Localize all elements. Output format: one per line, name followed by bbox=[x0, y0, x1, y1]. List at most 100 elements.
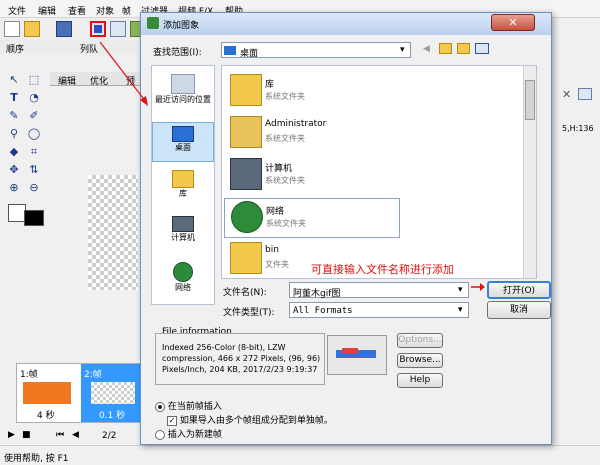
play-icon[interactable]: ▶ bbox=[8, 430, 15, 440]
crop-icon[interactable]: ◔ bbox=[26, 90, 42, 106]
file-item-computer[interactable]: 计算机 系统文件夹 bbox=[224, 156, 400, 196]
stop-icon[interactable]: ■ bbox=[22, 430, 31, 440]
brush-icon[interactable]: ✐ bbox=[26, 108, 42, 124]
folder-icon bbox=[230, 242, 262, 274]
frame1-thumb[interactable] bbox=[23, 382, 71, 404]
move-icon[interactable]: ✥ bbox=[6, 162, 22, 178]
insert-frame-icon[interactable] bbox=[110, 21, 126, 37]
marquee-icon[interactable]: ⬚ bbox=[26, 72, 42, 88]
help-button[interactable]: Help bbox=[397, 373, 443, 388]
cancel-button[interactable]: 取消 bbox=[487, 301, 551, 319]
file-type: 系统文件夹 bbox=[265, 176, 305, 185]
place-library[interactable]: 库 bbox=[152, 170, 214, 199]
close-x-icon[interactable]: ✕ bbox=[562, 88, 571, 101]
pen-icon[interactable]: ✎ bbox=[6, 108, 22, 124]
fileinfo-text: Indexed 256-Color (8-bit), LZW compressi… bbox=[162, 342, 320, 375]
red-arrow bbox=[471, 283, 485, 291]
scroll-thumb[interactable] bbox=[525, 80, 535, 120]
canvas-transparent[interactable] bbox=[88, 175, 138, 290]
file-type: 系统文件夹 bbox=[265, 134, 305, 143]
align-icon[interactable]: ⇅ bbox=[26, 162, 42, 178]
filename-input[interactable]: 阿董木gif图 ▾ bbox=[289, 282, 469, 299]
file-type: 系统文件夹 bbox=[266, 219, 306, 228]
zoom-out-icon[interactable]: ⊖ bbox=[26, 180, 42, 196]
tab-edit[interactable]: 编辑 bbox=[58, 74, 76, 87]
file-item-administrator[interactable]: Administrator 系统文件夹 bbox=[224, 114, 400, 154]
menu-object[interactable]: 对象 bbox=[96, 4, 114, 17]
frame1-time[interactable]: 4 秒 bbox=[37, 408, 55, 421]
open-folder-icon[interactable] bbox=[24, 21, 40, 37]
fileinfo-line: compression, 466 x 272 Pixels, (96, 96) bbox=[162, 354, 321, 363]
frame2-label: 2:帧 bbox=[84, 370, 102, 380]
radio-insert-current-label: 在当前帧插入 bbox=[167, 402, 222, 412]
file-list: 库 系统文件夹 Administrator 系统文件夹 计算机 系统文件夹 网络… bbox=[221, 65, 537, 279]
toolbar-annotation-arrow bbox=[99, 41, 148, 106]
frame-tool-icon[interactable]: ⌗ bbox=[26, 144, 42, 160]
radio-insert-new-label: 插入为新建帧 bbox=[167, 430, 222, 440]
open-button[interactable]: 打开(O) bbox=[487, 281, 551, 299]
zoom-in-icon[interactable]: ⊕ bbox=[6, 180, 22, 196]
file-list-scrollbar[interactable] bbox=[523, 66, 536, 278]
status-text: 使用帮助, 按 F1 bbox=[4, 454, 69, 464]
pointer-icon[interactable]: ↖ bbox=[6, 72, 22, 88]
prev-frame-icon[interactable]: ◀ bbox=[72, 430, 79, 440]
new-icon[interactable] bbox=[4, 21, 20, 37]
checkbox-split-frames[interactable]: ✓ 如果导入由多个帧组成分配到单独帧。 bbox=[167, 413, 333, 426]
chevron-down-icon: ▾ bbox=[458, 285, 463, 295]
frame2-selected[interactable]: 2:帧 0.1 秒 bbox=[81, 364, 145, 422]
menu-file[interactable]: 文件 bbox=[8, 4, 26, 17]
place-network[interactable]: 网络 bbox=[152, 262, 214, 293]
radio-insert-new[interactable]: 插入为新建帧 bbox=[155, 427, 222, 440]
radio-on-icon bbox=[155, 401, 165, 412]
user-folder-icon bbox=[230, 116, 262, 148]
panel-icon[interactable] bbox=[578, 88, 592, 100]
frames-panel: 1:帧 4 秒 2:帧 0.1 秒 bbox=[16, 363, 146, 423]
lookin-value: 桌面 bbox=[240, 49, 259, 59]
file-type: 系统文件夹 bbox=[265, 92, 305, 101]
filetype-select[interactable]: All Formats ▾ bbox=[289, 302, 469, 318]
fileinfo-line: Pixels/Inch, 204 KB, 2017/2/23 9:19:37 bbox=[162, 365, 318, 374]
back-icon[interactable]: ◀ bbox=[423, 44, 430, 54]
view-menu-icon[interactable] bbox=[475, 43, 489, 54]
radio-insert-current[interactable]: 在当前帧插入 bbox=[155, 399, 222, 412]
filetype-value: All Formats bbox=[293, 306, 353, 316]
first-frame-icon[interactable]: ⏮ bbox=[56, 430, 64, 440]
computer-icon bbox=[172, 216, 194, 232]
up-folder-icon[interactable] bbox=[439, 43, 452, 54]
desktop-small-icon bbox=[224, 46, 236, 55]
foreground-color-swatch[interactable] bbox=[24, 210, 44, 226]
file-name: bin bbox=[265, 245, 279, 255]
checkbox-split-frames-label: 如果导入由多个帧组成分配到单独帧。 bbox=[179, 416, 333, 426]
places-bar: 最近访问的位置 桌面 库 计算机 网络 bbox=[151, 65, 215, 305]
place-recent-label: 最近访问的位置 bbox=[155, 95, 211, 104]
file-item-network[interactable]: 网络 系统文件夹 bbox=[224, 198, 400, 238]
save-icon[interactable] bbox=[56, 21, 72, 37]
place-recent[interactable]: 最近访问的位置 bbox=[152, 74, 214, 105]
file-name: 库 bbox=[265, 80, 275, 90]
file-item-library[interactable]: 库 系统文件夹 bbox=[224, 72, 400, 112]
filename-value: 阿董木gif图 bbox=[293, 289, 341, 299]
recent-places-icon bbox=[171, 74, 195, 94]
lasso-icon[interactable]: ◯ bbox=[26, 126, 42, 142]
place-computer[interactable]: 计算机 bbox=[152, 216, 214, 243]
menu-frame[interactable]: 帧 bbox=[122, 4, 131, 17]
place-desktop[interactable]: 桌面 bbox=[152, 122, 214, 162]
close-button[interactable]: ✕ bbox=[491, 14, 535, 31]
frame2-time[interactable]: 0.1 秒 bbox=[99, 408, 125, 421]
network-icon bbox=[173, 262, 193, 282]
fill-icon[interactable]: ◆ bbox=[6, 144, 22, 160]
frame-controls: ▶ ■ ⏮ ◀ 2/2 bbox=[6, 428, 146, 444]
lookin-select[interactable]: 桌面 ▾ bbox=[221, 42, 411, 59]
chevron-down-icon: ▾ bbox=[458, 305, 463, 315]
menu-edit[interactable]: 编辑 bbox=[38, 4, 56, 17]
add-image-icon[interactable] bbox=[90, 21, 106, 37]
browse-button[interactable]: Browse... bbox=[397, 353, 443, 368]
menu-view[interactable]: 查看 bbox=[68, 4, 86, 17]
text-tool-icon[interactable]: T bbox=[6, 90, 22, 106]
dropper-icon[interactable]: ⚲ bbox=[6, 126, 22, 142]
options-button[interactable]: Options... bbox=[397, 333, 443, 348]
filename-label: 文件名(N): bbox=[223, 288, 267, 298]
new-folder-icon[interactable] bbox=[457, 43, 470, 54]
file-type: 文件夹 bbox=[265, 260, 289, 269]
dialog-title: 添加图象 bbox=[163, 21, 200, 31]
